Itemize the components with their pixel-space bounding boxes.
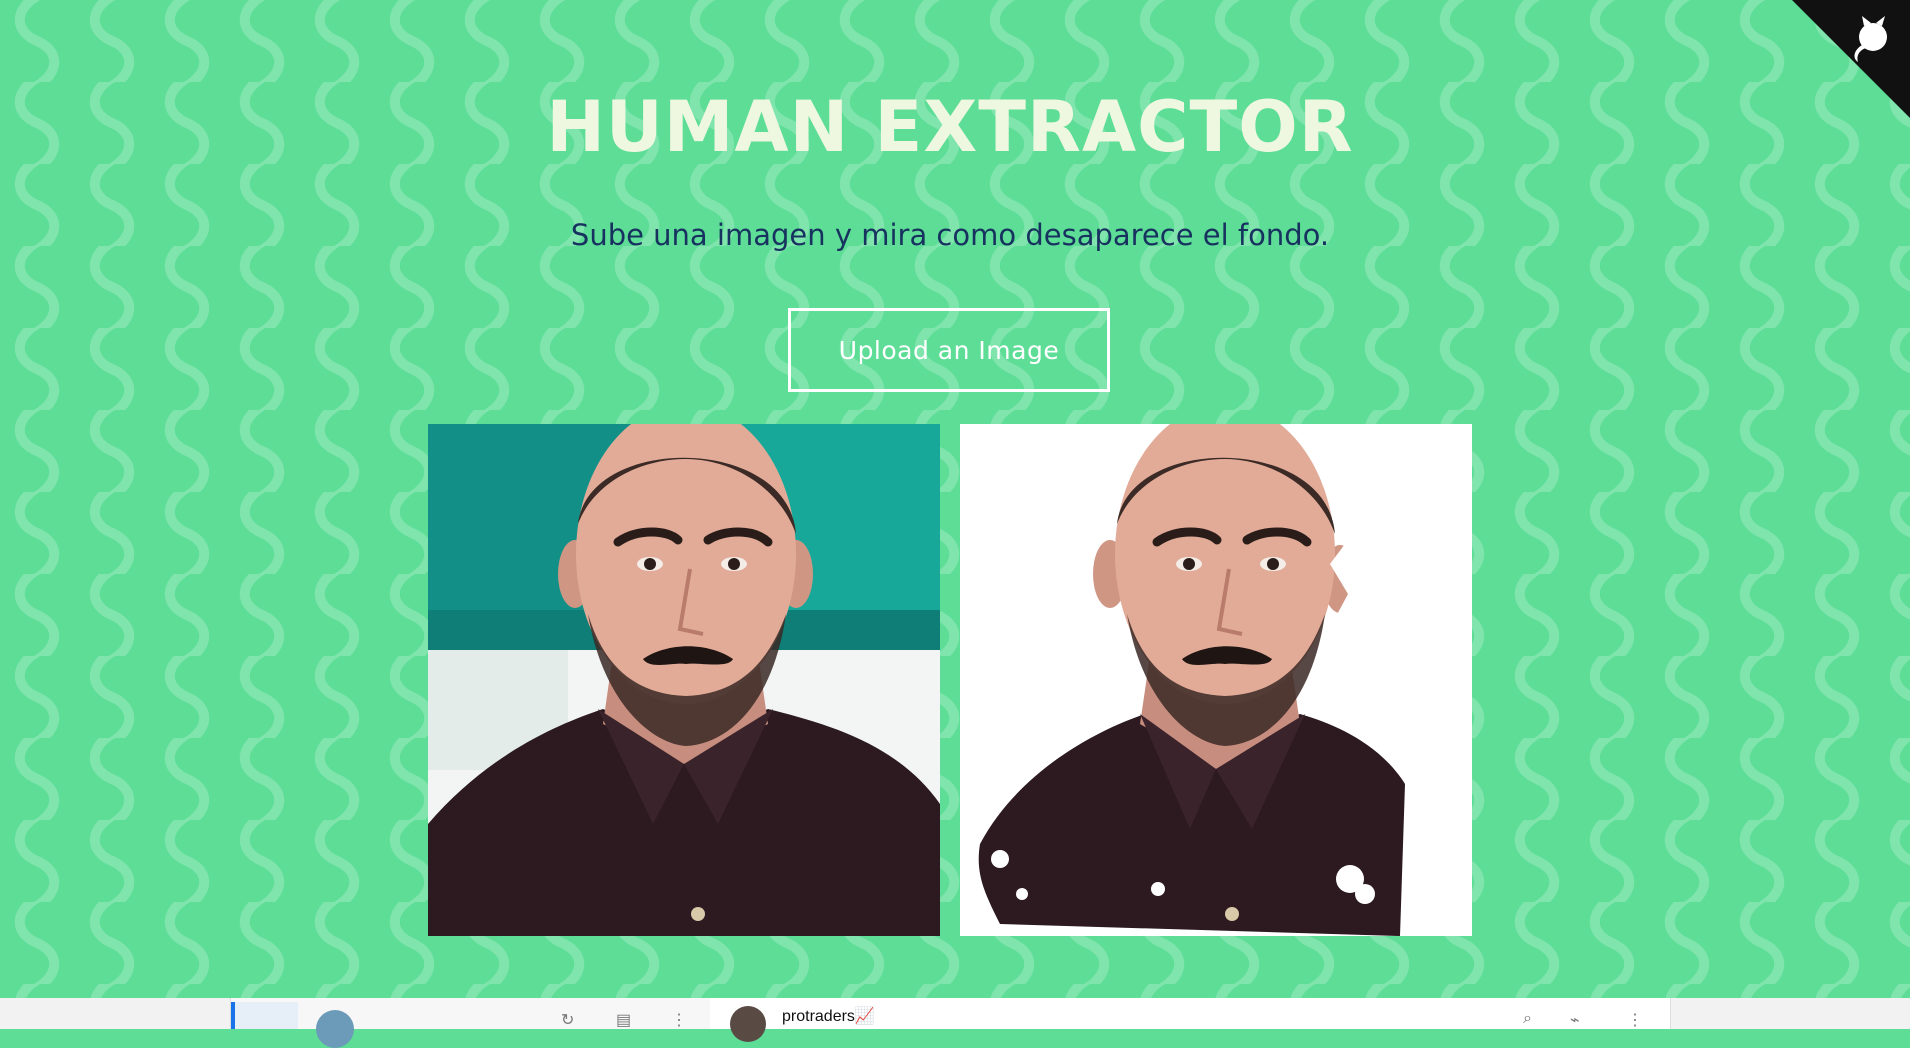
chat-avatar[interactable] [730, 1006, 766, 1042]
active-tab-indicator[interactable] [231, 1002, 298, 1029]
message-icon[interactable]: ▤ [616, 1010, 631, 1030]
search-icon[interactable]: ⌕ [1523, 1010, 1532, 1028]
chat-name[interactable]: protraders📈 [782, 1006, 875, 1026]
hero-section: HUMAN EXTRACTOR Sube una imagen y mira c… [0, 0, 1910, 998]
chat-name-text: protraders [782, 1008, 855, 1025]
original-image [428, 424, 940, 936]
right-chat-panel: protraders📈 ⌕ ⌁ ⋮ [710, 998, 1671, 1042]
upload-image-button[interactable]: Upload an Image [788, 308, 1110, 392]
chart-emoji-icon: 📈 [854, 1008, 875, 1025]
page-subtitle: Sube una imagen y mira como desaparece e… [570, 218, 1330, 252]
refresh-icon[interactable]: ↻ [561, 1010, 574, 1030]
bottom-taskbar: ↻ ▤ ⋮ protraders📈 ⌕ ⌁ ⋮ [0, 998, 1910, 1048]
extracted-image [960, 424, 1472, 936]
page-title: HUMAN EXTRACTOR [546, 86, 1354, 168]
github-corner[interactable] [1792, 0, 1910, 118]
attach-icon[interactable]: ⌁ [1570, 1010, 1580, 1030]
left-chat-panel: ↻ ▤ ⋮ [230, 998, 712, 1048]
avatar[interactable] [316, 1010, 354, 1048]
more-options-icon[interactable]: ⋮ [1627, 1010, 1643, 1030]
more-options-icon[interactable]: ⋮ [671, 1010, 687, 1030]
extracted-portrait-illustration [960, 424, 1472, 936]
original-portrait-illustration [428, 424, 940, 936]
